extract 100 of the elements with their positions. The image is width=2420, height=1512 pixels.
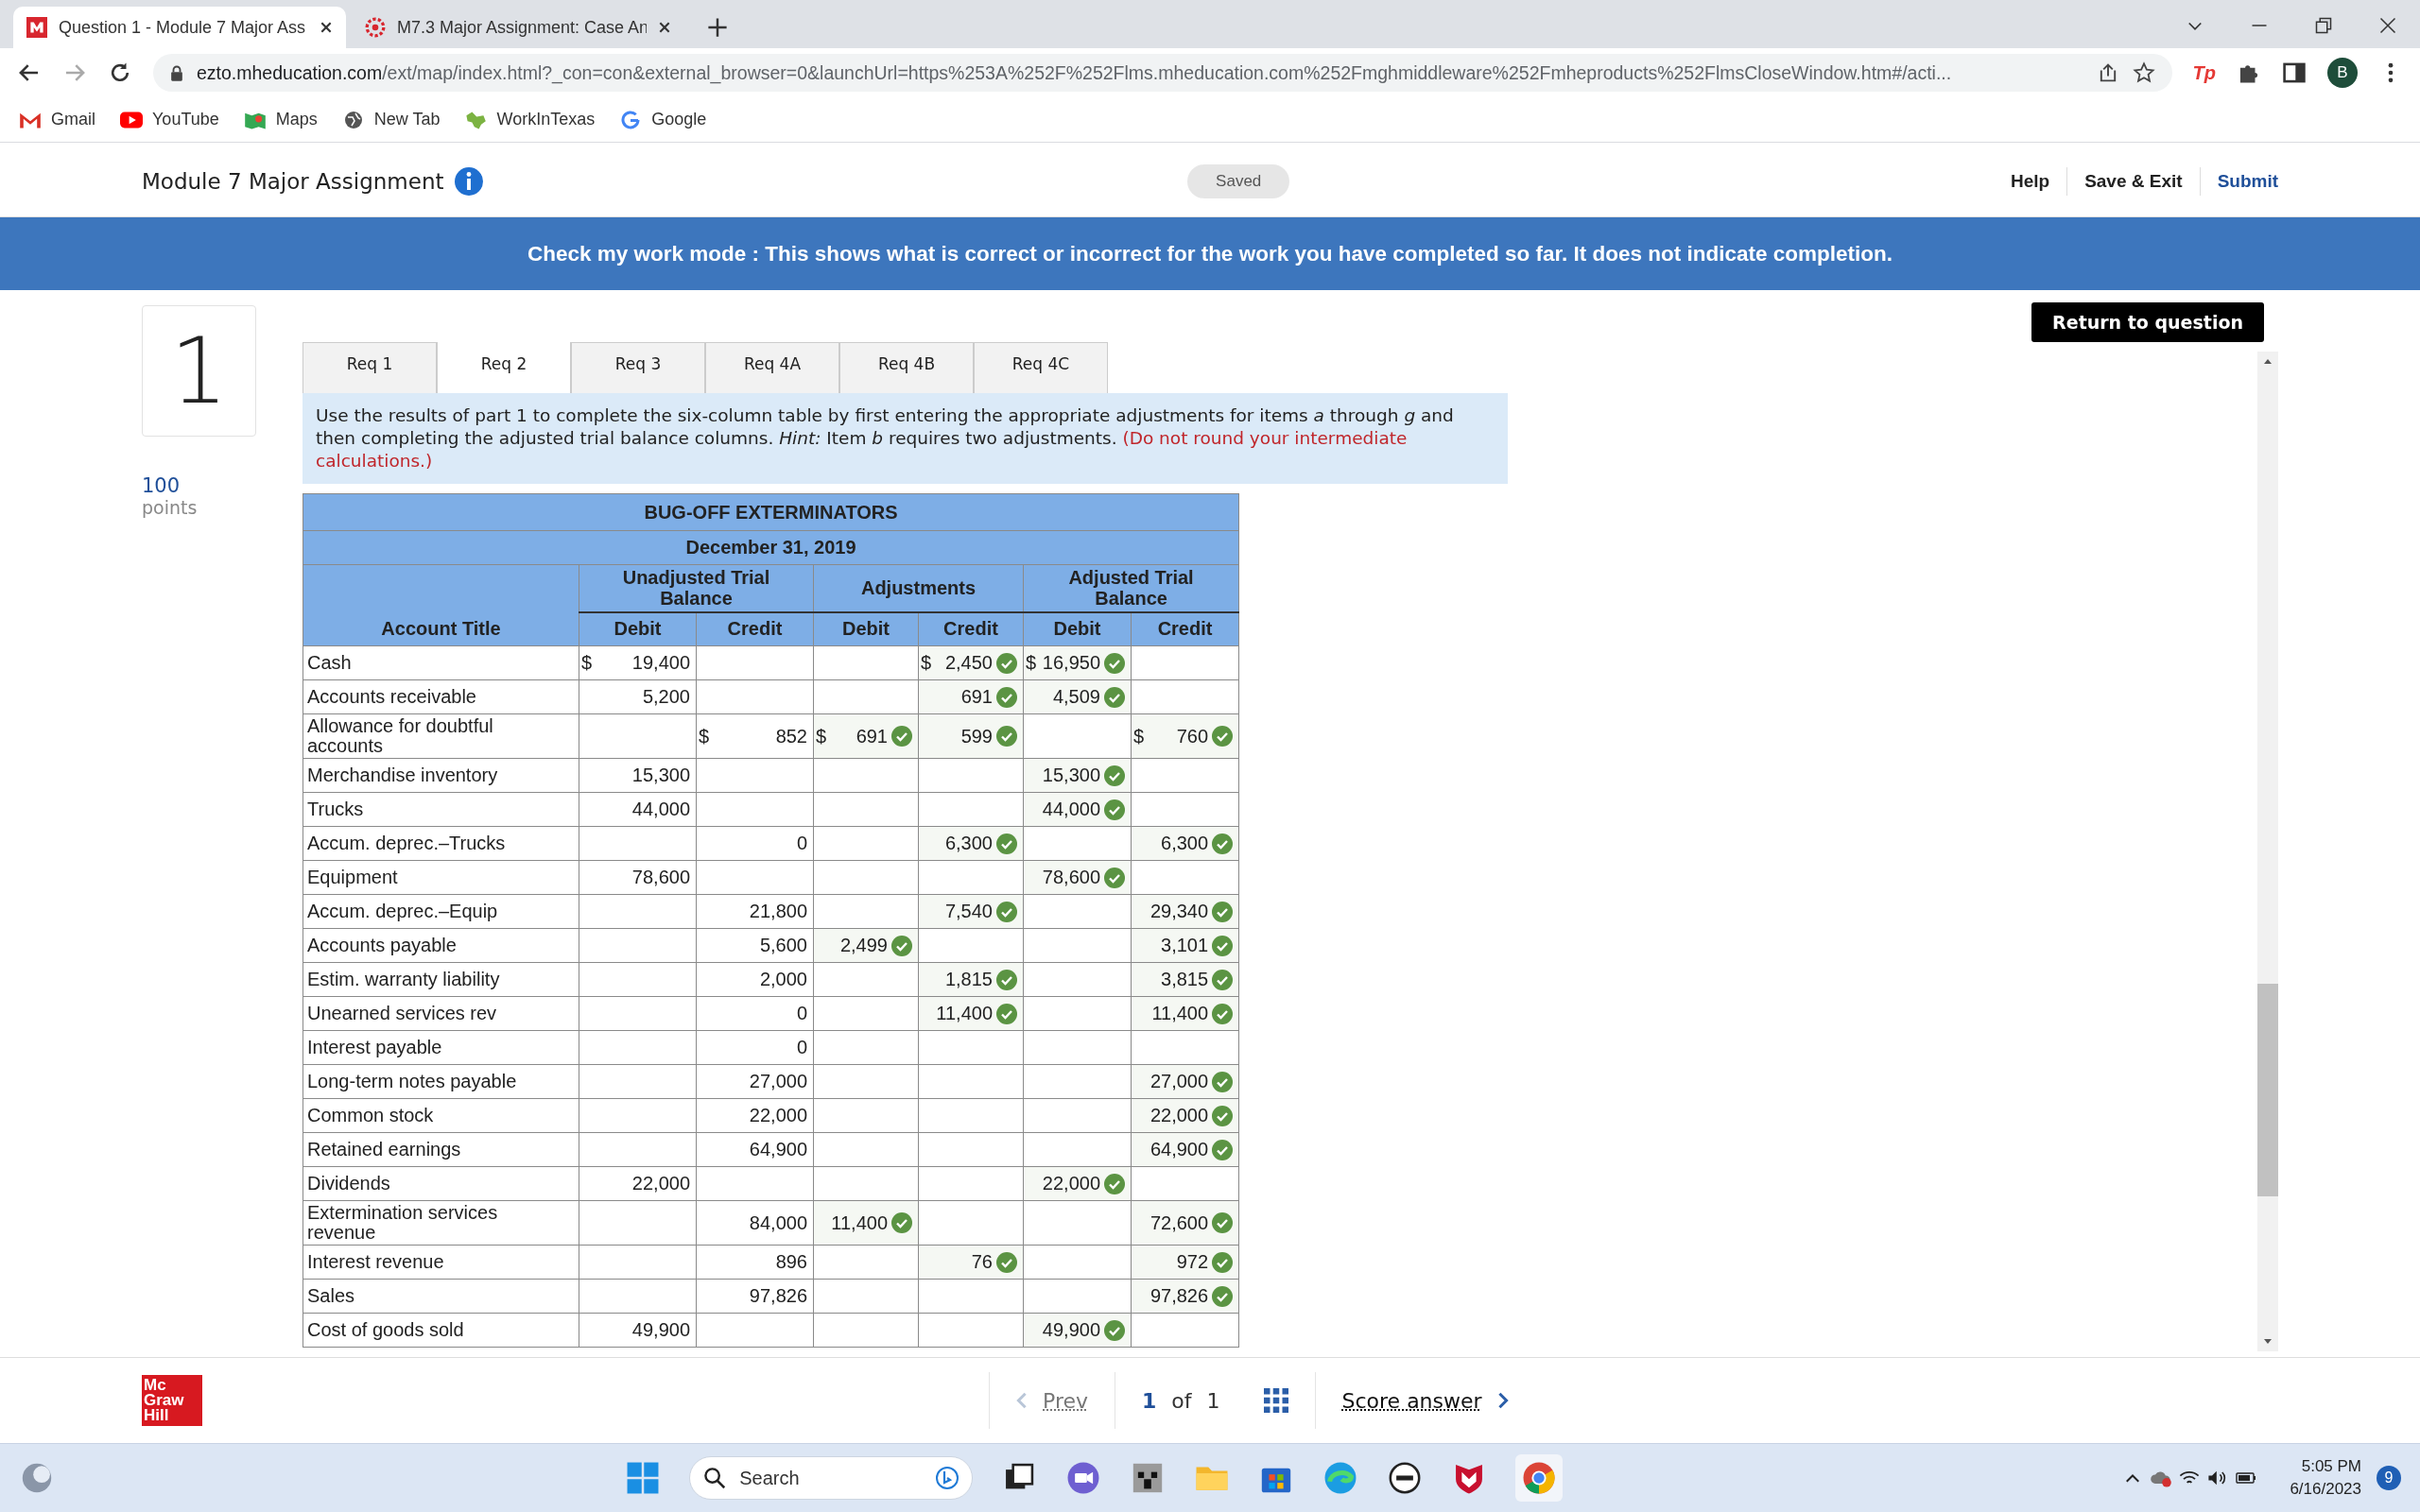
- search-icon: [703, 1467, 727, 1489]
- clock[interactable]: 5:05 PM 6/16/2023: [2290, 1455, 2361, 1501]
- req-tab[interactable]: Req 2: [437, 342, 571, 393]
- browser-tab[interactable]: M7.3 Major Assignment: Case An: [352, 7, 684, 48]
- amount-cell: 2,000: [696, 962, 814, 997]
- info-icon[interactable]: [455, 167, 484, 196]
- side-panel-icon[interactable]: [2282, 60, 2307, 85]
- answer-cell[interactable]: 49,900: [1023, 1313, 1132, 1348]
- account-cell: Accum. deprec.–Equip: [302, 894, 579, 929]
- answer-cell[interactable]: 6,300: [1131, 826, 1239, 861]
- bing-icon: [936, 1467, 959, 1489]
- account-cell: Cost of goods sold: [302, 1313, 579, 1348]
- answer-cell[interactable]: 691: [918, 679, 1024, 714]
- account-cell: Trucks: [302, 792, 579, 827]
- amount-cell: 5,600: [696, 928, 814, 963]
- answer-cell[interactable]: 72,600: [1131, 1200, 1239, 1246]
- answer-cell[interactable]: 97,826: [1131, 1279, 1239, 1314]
- restore-icon[interactable]: [2314, 16, 2333, 35]
- amount-cell: 27,000: [696, 1064, 814, 1099]
- banner-message: Check my work mode : This shows what is correct or incorrect for the work you have completed so far. It does not indicate completion.: [527, 241, 1893, 266]
- answer-cell[interactable]: 972: [1131, 1245, 1239, 1280]
- close-icon[interactable]: [658, 21, 671, 34]
- req-tab[interactable]: Req 4B: [839, 342, 974, 393]
- extension-button[interactable]: Tp: [2192, 61, 2216, 84]
- scrollbar[interactable]: [2257, 352, 2278, 1351]
- bookmark[interactable]: New Tab: [341, 110, 441, 129]
- profile-avatar[interactable]: B: [2327, 58, 2358, 88]
- amount-cell: 78,600: [579, 860, 697, 895]
- header-link[interactable]: Submit: [2200, 171, 2278, 192]
- header-link[interactable]: Help: [1993, 171, 2067, 192]
- scroll-up-icon[interactable]: [2263, 357, 2273, 365]
- answer-cell[interactable]: $ 691: [813, 713, 919, 759]
- answer-cell[interactable]: 4,509: [1023, 679, 1132, 714]
- group-header: Unadjusted Trial Balance: [579, 564, 814, 612]
- account-cell: Unearned services rev: [302, 996, 579, 1031]
- amount-cell: $ 852: [696, 713, 814, 759]
- answer-cell[interactable]: 78,600: [1023, 860, 1132, 895]
- answer-cell[interactable]: 27,000: [1131, 1064, 1239, 1099]
- amount-cell: 5,200: [579, 679, 697, 714]
- bookmark[interactable]: YouTube: [120, 110, 219, 129]
- answer-cell[interactable]: $ 2,450: [918, 645, 1024, 680]
- search-field[interactable]: Search: [689, 1456, 974, 1500]
- req-tab[interactable]: Req 1: [302, 342, 437, 393]
- account-cell: Common stock: [302, 1098, 579, 1133]
- account-cell: Dividends: [302, 1166, 579, 1201]
- page-total: 1: [1206, 1388, 1220, 1413]
- req-tab[interactable]: Req 4A: [705, 342, 839, 393]
- answer-cell[interactable]: 3,101: [1131, 928, 1239, 963]
- answer-cell[interactable]: 2,499: [813, 928, 919, 963]
- answer-cell[interactable]: 3,815: [1131, 962, 1239, 997]
- return-button[interactable]: Return to question: [2031, 302, 2264, 342]
- m-logo-icon: [26, 17, 47, 38]
- answer-cell[interactable]: 7,540: [918, 894, 1024, 929]
- account-cell: Accum. deprec.–Trucks: [302, 826, 579, 861]
- browser-tab[interactable]: Question 1 - Module 7 Major Ass: [13, 7, 346, 48]
- header-link[interactable]: Save & Exit: [2067, 171, 2200, 192]
- answer-cell[interactable]: 22,000: [1023, 1166, 1132, 1201]
- new-tab-icon[interactable]: [707, 17, 728, 38]
- amount-cell: 21,800: [696, 894, 814, 929]
- grid-icon[interactable]: [1263, 1388, 1288, 1413]
- close-icon[interactable]: [320, 21, 333, 34]
- amount-cell: 49,900: [579, 1313, 697, 1348]
- answer-cell[interactable]: 64,900: [1131, 1132, 1239, 1167]
- req-tab[interactable]: Req 4C: [974, 342, 1108, 393]
- score-answer-link[interactable]: Score answer: [1341, 1388, 1482, 1413]
- amount-cell: 44,000: [579, 792, 697, 827]
- answer-cell[interactable]: 11,400: [813, 1200, 919, 1246]
- amount-cell: 22,000: [696, 1098, 814, 1133]
- answer-cell[interactable]: 11,400: [918, 996, 1024, 1031]
- close-icon[interactable]: [2378, 16, 2397, 35]
- chrome-icon[interactable]: [1515, 1454, 1564, 1502]
- account-cell: Interest payable: [302, 1030, 579, 1065]
- answer-cell[interactable]: 15,300: [1023, 758, 1132, 793]
- answer-cell[interactable]: 599: [918, 713, 1024, 759]
- chevron-right-icon[interactable]: [1496, 1391, 1509, 1410]
- answer-cell[interactable]: 1,815: [918, 962, 1024, 997]
- answer-cell[interactable]: 29,340: [1131, 894, 1239, 929]
- bookmark[interactable]: Google: [619, 110, 707, 129]
- account-cell: Accounts payable: [302, 928, 579, 963]
- scroll-down-icon[interactable]: [2263, 1338, 2273, 1346]
- bookmark[interactable]: WorkInTexas: [464, 110, 596, 129]
- answer-cell[interactable]: 22,000: [1131, 1098, 1239, 1133]
- answer-cell[interactable]: 6,300: [918, 826, 1024, 861]
- group-header: Adjusted Trial Balance: [1023, 564, 1239, 612]
- play-icon: [120, 110, 143, 129]
- address-bar[interactable]: ezto.mheducation.com/ext/map/index.html?_con=con&external_browser=0&launchUrl=https%253A%252F%252Flms.mheducation.com%252Fmghmiddleware%252Fmheproducts%252FlmsCloseWindow.htm#/acti...: [153, 54, 2172, 92]
- bookmark[interactable]: Maps: [243, 110, 318, 129]
- amount-cell: 15,300: [579, 758, 697, 793]
- notification-badge[interactable]: 9: [2377, 1466, 2401, 1490]
- star-icon[interactable]: [2132, 61, 2155, 84]
- bookmark[interactable]: Gmail: [19, 110, 95, 129]
- page-number: 1: [1142, 1388, 1157, 1413]
- answer-cell[interactable]: $ 760: [1131, 713, 1239, 759]
- prev-link[interactable]: Prev: [1043, 1388, 1088, 1413]
- answer-cell[interactable]: 11,400: [1131, 996, 1239, 1031]
- req-tab[interactable]: Req 3: [571, 342, 705, 393]
- answer-cell[interactable]: 44,000: [1023, 792, 1132, 827]
- answer-cell[interactable]: $ 16,950: [1023, 645, 1132, 680]
- scroll-thumb[interactable]: [2257, 984, 2278, 1196]
- answer-cell[interactable]: 76: [918, 1245, 1024, 1280]
